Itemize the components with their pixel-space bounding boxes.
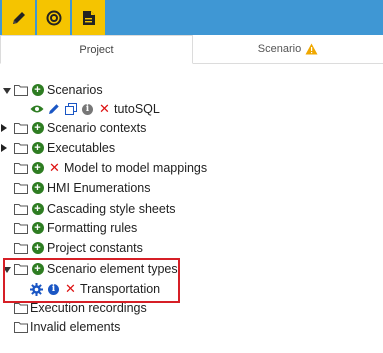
add-icon[interactable]: + — [30, 181, 45, 196]
tree-item-label: tutoSQL — [114, 102, 160, 116]
highlight-box — [3, 258, 180, 303]
folder-icon — [13, 202, 28, 217]
pencil-icon[interactable] — [46, 102, 61, 117]
tree-item-label: Project constants — [47, 241, 143, 255]
folder-icon — [13, 141, 28, 156]
add-icon[interactable]: + — [30, 241, 45, 256]
target-button[interactable] — [37, 0, 70, 35]
folder-icon — [13, 320, 28, 335]
tree-item-label: Scenarios — [47, 83, 103, 97]
toolbar — [0, 0, 383, 35]
edit-button[interactable] — [2, 0, 35, 35]
expand-arrow-icon[interactable] — [3, 87, 11, 95]
tab-project[interactable]: Project — [0, 35, 193, 64]
warning-icon — [305, 43, 318, 55]
add-icon[interactable]: + — [30, 83, 45, 98]
collapse-arrow-icon[interactable] — [0, 144, 8, 152]
info-icon[interactable]: i — [80, 102, 95, 117]
tree-item-label: HMI Enumerations — [47, 181, 151, 195]
tree-item-executables[interactable]: + Executables — [13, 138, 115, 158]
add-icon[interactable]: + — [30, 141, 45, 156]
tree-item-hmi-enumerations[interactable]: + HMI Enumerations — [13, 178, 151, 198]
target-icon — [46, 10, 61, 25]
tree-item-label: Scenario contexts — [47, 121, 147, 135]
tab-project-label: Project — [79, 43, 114, 56]
tree-item-label: Execution recordings — [30, 301, 147, 315]
eye-icon[interactable] — [29, 102, 44, 117]
tree-item-model-mappings[interactable]: + ✕ Model to model mappings — [13, 158, 207, 178]
folder-icon — [13, 221, 28, 236]
tree-item-scenarios[interactable]: + Scenarios — [13, 80, 103, 100]
folder-icon — [13, 241, 28, 256]
folder-icon — [13, 161, 28, 176]
tab-bar: Project Scenario — [0, 35, 383, 64]
pencil-icon — [12, 11, 25, 24]
document-icon — [82, 10, 95, 25]
tree-item-label: Executables — [47, 141, 116, 155]
folder-icon — [13, 121, 28, 136]
tree-item-project-constants[interactable]: + Project constants — [13, 238, 143, 258]
add-icon[interactable]: + — [30, 161, 45, 176]
tab-scenario[interactable]: Scenario — [193, 35, 383, 63]
tree-item-tutosql[interactable]: i ✕ tutoSQL — [29, 99, 160, 119]
tree-item-css[interactable]: + Cascading style sheets — [13, 199, 176, 219]
tab-scenario-label: Scenario — [257, 43, 302, 55]
tree-item-formatting-rules[interactable]: + Formatting rules — [13, 218, 137, 238]
tree-item-invalid-elements[interactable]: Invalid elements — [13, 317, 120, 337]
add-icon[interactable]: + — [30, 202, 45, 217]
document-button[interactable] — [72, 0, 105, 35]
folder-icon — [13, 83, 28, 98]
tree-item-label: Invalid elements — [30, 320, 121, 334]
tree-item-scenario-contexts[interactable]: + Scenario contexts — [13, 118, 146, 138]
collapse-arrow-icon[interactable] — [0, 124, 8, 132]
copy-icon[interactable] — [63, 102, 78, 117]
tree-item-label: Formatting rules — [47, 221, 138, 235]
tree-item-label: Cascading style sheets — [47, 202, 176, 216]
delete-icon[interactable]: ✕ — [47, 161, 62, 176]
tree-item-label: Model to model mappings — [64, 161, 208, 175]
delete-icon[interactable]: ✕ — [97, 102, 112, 117]
add-icon[interactable]: + — [30, 121, 45, 136]
folder-icon — [13, 181, 28, 196]
add-icon[interactable]: + — [30, 221, 45, 236]
